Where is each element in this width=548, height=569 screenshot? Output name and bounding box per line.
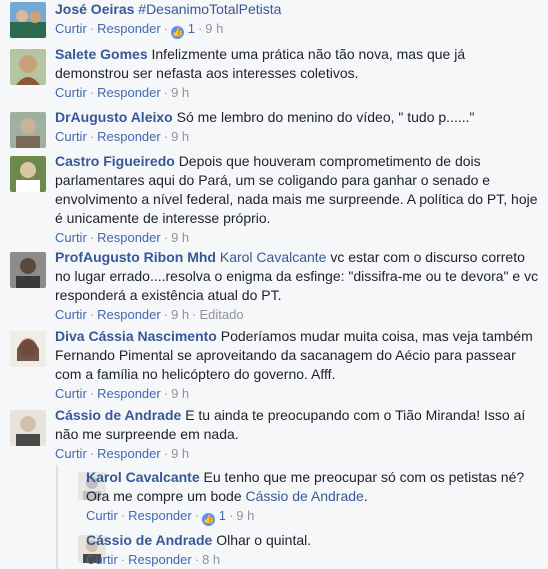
avatar[interactable]: [10, 156, 46, 192]
avatar[interactable]: [10, 49, 46, 85]
comment-item: DrAugusto Aleixo Só me lembro do menino …: [0, 108, 548, 148]
reply-item: Karol Cavalcante Eu tenho que me preocup…: [58, 468, 548, 526]
comment-body: Cássio de Andrade E tu ainda te preocupa…: [55, 406, 540, 463]
reply-button[interactable]: Responder: [97, 386, 161, 401]
like-button[interactable]: Curtir: [55, 85, 87, 100]
author-name[interactable]: Karol Cavalcante: [86, 469, 200, 485]
timestamp[interactable]: 9 h: [171, 386, 189, 401]
comment-actions: Curtir · Responder · 9 h: [55, 446, 190, 461]
mention-link[interactable]: Cássio de Andrade: [246, 488, 364, 504]
comment-body: Cássio de Andrade Olhar o quintal. Curti…: [86, 531, 540, 569]
comment-text: Olhar o quintal.: [216, 532, 312, 548]
like-button[interactable]: Curtir: [55, 307, 87, 322]
reply-button[interactable]: Responder: [97, 85, 161, 100]
thumbs-up-icon[interactable]: 👍: [202, 513, 216, 526]
reaction-count[interactable]: 1: [188, 21, 195, 36]
comment-text: Só me lembro do menino do vídeo, " tudo …: [176, 109, 475, 125]
reply-button[interactable]: Responder: [97, 307, 161, 322]
reply-button[interactable]: Responder: [97, 230, 161, 245]
hashtag-link[interactable]: #DesanimoTotalPetista: [138, 1, 281, 17]
like-button[interactable]: Curtir: [55, 129, 87, 144]
comment-item: José Oeiras #DesanimoTotalPetista Curtir…: [0, 0, 548, 39]
author-name[interactable]: Salete Gomes: [55, 46, 148, 62]
mention-link[interactable]: Karol Cavalcante: [220, 249, 327, 265]
timestamp[interactable]: 9 h: [171, 307, 189, 322]
comment-item: Cássio de Andrade E tu ainda te preocupa…: [0, 406, 548, 464]
timestamp[interactable]: 9 h: [171, 85, 189, 100]
comment-actions: Curtir · Responder · 👍 1 · 9 h: [86, 508, 255, 526]
reply-button[interactable]: Responder: [97, 446, 161, 461]
like-button[interactable]: Curtir: [55, 386, 87, 401]
comment-body: Castro Figueiredo Depois que houveram co…: [55, 152, 540, 247]
comment-item: ProfAugusto Ribon Mhd Karol Cavalcante v…: [0, 248, 548, 322]
edited-label[interactable]: Editado: [200, 307, 244, 322]
timestamp[interactable]: 9 h: [236, 508, 254, 523]
reply-button[interactable]: Responder: [97, 129, 161, 144]
avatar[interactable]: [10, 410, 46, 446]
reply-button[interactable]: Responder: [128, 552, 192, 567]
timestamp[interactable]: 8 h: [202, 552, 220, 567]
comment-actions: Curtir · Responder · 9 h: [55, 85, 190, 100]
avatar[interactable]: [10, 2, 46, 38]
comment-body: DrAugusto Aleixo Só me lembro do menino …: [55, 108, 540, 146]
like-button[interactable]: Curtir: [86, 552, 118, 567]
timestamp[interactable]: 9 h: [205, 21, 223, 36]
comment-actions: Curtir · Responder · 9 h: [55, 386, 190, 401]
comment-actions: Curtir · Responder · 9 h: [55, 129, 190, 144]
like-button[interactable]: Curtir: [55, 230, 87, 245]
comment-body: Karol Cavalcante Eu tenho que me preocup…: [86, 468, 540, 526]
comment-text-end: .: [363, 488, 368, 504]
comment-body: ProfAugusto Ribon Mhd Karol Cavalcante v…: [55, 248, 540, 324]
timestamp[interactable]: 9 h: [171, 129, 189, 144]
comment-actions: Curtir · Responder · 👍 1 · 9 h: [55, 21, 224, 39]
comment-actions: Curtir · Responder · 9 h: [55, 230, 190, 245]
author-name[interactable]: DrAugusto Aleixo: [55, 109, 173, 125]
avatar[interactable]: [10, 112, 46, 148]
author-name[interactable]: Cássio de Andrade: [55, 407, 181, 423]
comment-body: Diva Cássia Nascimento Poderíamos mudar …: [55, 327, 540, 403]
avatar[interactable]: [10, 331, 46, 367]
comment-body: Salete Gomes Infelizmente uma prática nã…: [55, 45, 540, 102]
comment-list: José Oeiras #DesanimoTotalPetista Curtir…: [0, 0, 548, 569]
comment-actions: Curtir · Responder · 9 h · Editado: [55, 307, 244, 322]
comment-item: Salete Gomes Infelizmente uma prática nã…: [0, 45, 548, 103]
reply-button[interactable]: Responder: [97, 21, 161, 36]
like-button[interactable]: Curtir: [86, 508, 118, 523]
thumbs-up-icon[interactable]: 👍: [171, 26, 185, 39]
author-name[interactable]: Cássio de Andrade: [86, 532, 212, 548]
like-button[interactable]: Curtir: [55, 21, 87, 36]
comment-item: Diva Cássia Nascimento Poderíamos mudar …: [0, 327, 548, 401]
author-name[interactable]: ProfAugusto Ribon Mhd: [55, 249, 216, 265]
avatar[interactable]: [10, 252, 46, 288]
comment-item: Castro Figueiredo Depois que houveram co…: [0, 152, 548, 245]
author-name[interactable]: José Oeiras: [55, 1, 134, 17]
timestamp[interactable]: 9 h: [171, 230, 189, 245]
reply-button[interactable]: Responder: [128, 508, 192, 523]
reaction-count[interactable]: 1: [219, 508, 226, 523]
author-name[interactable]: Castro Figueiredo: [55, 153, 175, 169]
comment-body: José Oeiras #DesanimoTotalPetista Curtir…: [55, 0, 540, 39]
author-name[interactable]: Diva Cássia Nascimento: [55, 328, 217, 344]
timestamp[interactable]: 9 h: [171, 446, 189, 461]
comment-actions: Curtir · Responder · 8 h: [86, 552, 221, 567]
like-button[interactable]: Curtir: [55, 446, 87, 461]
reply-item: Cássio de Andrade Olhar o quintal. Curti…: [58, 531, 548, 569]
